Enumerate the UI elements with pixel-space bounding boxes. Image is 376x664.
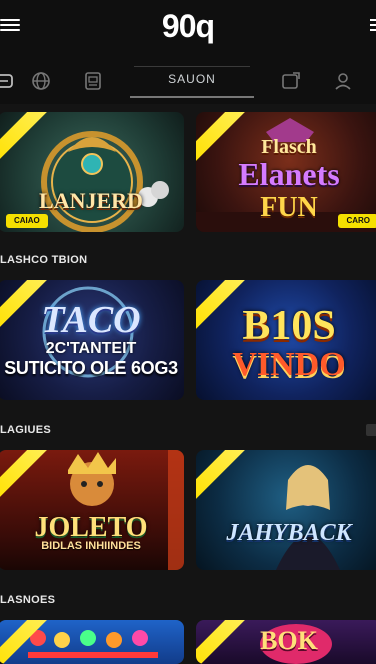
slot-icon[interactable] (82, 70, 104, 92)
section-label: LAGIUES (0, 424, 51, 436)
section-label: LASHCO TBION (0, 254, 88, 266)
section-label: LASNOES (0, 594, 56, 606)
tab-top-line (134, 66, 250, 67)
game-title-line3: SUTICITO OLE 6OG3 (4, 358, 178, 378)
globe-icon[interactable] (30, 70, 52, 92)
game-badge: CARO (338, 214, 376, 228)
category-bar: SAUON (0, 56, 376, 104)
menu-icon[interactable] (370, 16, 376, 34)
game-title-line2: 2C'TANTEIT (45, 340, 137, 357)
scroll-marker (366, 424, 376, 436)
game-tile-b10s-vindo[interactable]: B10S VINDO (196, 280, 376, 400)
tab-active-label: SAUON (168, 72, 216, 86)
game-tile-lanjerd[interactable]: LANJERD CAIAO (0, 112, 184, 232)
app-logo[interactable]: 90q (0, 8, 376, 45)
game-tile-jahyback[interactable]: JAHYBACK (196, 450, 376, 570)
person-icon[interactable] (332, 70, 354, 92)
card-icon[interactable] (0, 70, 14, 92)
game-title: BOK (260, 626, 318, 655)
game-tile-joleto[interactable]: JOLETO BIDLAS INHIINDES (0, 450, 184, 570)
game-title: JAHYBACK (226, 520, 352, 546)
game-tile-flasch-elanets-fun[interactable]: Flasch Elanets FUN CARO (196, 112, 376, 232)
tab-underline (130, 96, 254, 98)
tab-active-category[interactable]: SAUON (130, 62, 254, 98)
game-title-line1: B10S (242, 303, 336, 349)
game-title-line2: Elanets (238, 156, 340, 192)
game-title-line2: VINDO (232, 346, 346, 383)
transfer-icon[interactable] (280, 70, 302, 92)
game-title-line1: TACO (41, 299, 141, 341)
game-tile-taco[interactable]: TACO 2C'TANTEIT SUTICITO OLE 6OG3 (0, 280, 184, 400)
game-title: LANJERD (39, 188, 143, 213)
top-bar: 90q (0, 0, 376, 56)
game-tile-slots-grid[interactable] (0, 620, 184, 664)
game-tile-bok[interactable]: BOK (196, 620, 376, 664)
game-title-line2: BIDLAS INHIINDES (41, 540, 141, 552)
game-badge: CAIAO (6, 214, 48, 228)
